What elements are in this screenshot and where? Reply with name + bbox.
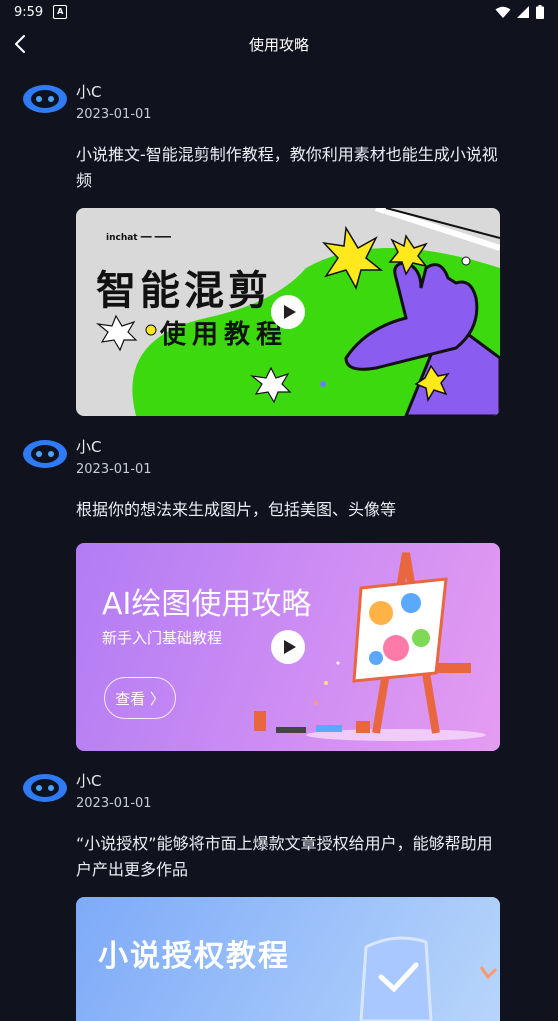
view-button[interactable]: 查看 〉 [104, 677, 176, 719]
status-right [495, 5, 544, 19]
tutorial-banner[interactable]: 小说授权教程 [76, 897, 500, 1021]
play-button[interactable] [271, 295, 305, 329]
header: 使用攻略 [0, 24, 558, 64]
play-icon [284, 640, 296, 654]
post-date: 2023-01-01 [76, 107, 152, 122]
banner-subtitle: 使用教程 [160, 320, 289, 350]
post-card[interactable]: 小C 2023-01-01 小说推文-智能混剪制作教程，教你利用素材也能生成小说… [0, 72, 558, 427]
notification-icon: A [53, 5, 68, 19]
wifi-icon [495, 6, 511, 18]
post-description: “小说授权”能够将市面上爆款文章授权给用户，能够帮助用户产出更多作品 [76, 834, 493, 879]
play-button[interactable] [271, 630, 305, 664]
chevron-left-icon [15, 35, 25, 53]
signal-icon [517, 5, 529, 18]
page-title: 使用攻略 [248, 35, 309, 54]
post-card[interactable]: 小C 2023-01-01 “小说授权”能够将市面上爆款文章授权给用户，能够帮助… [0, 761, 558, 1021]
avatar [23, 85, 67, 113]
status-left: 9:59 A [14, 4, 68, 20]
post-author: 小C [76, 772, 102, 790]
post-author: 小C [76, 438, 102, 456]
banner-title: 小说授权教程 [98, 939, 290, 974]
guide-feed[interactable]: 小C 2023-01-01 小说推文-智能混剪制作教程，教你利用素材也能生成小说… [0, 72, 558, 1021]
avatar [23, 774, 67, 802]
post-card[interactable]: 小C 2023-01-01 根据你的想法来生成图片，包括美图、头像等 AI绘图使… [0, 427, 558, 761]
play-icon [284, 305, 296, 319]
post-description: 小说推文-智能混剪制作教程，教你利用素材也能生成小说视频 [76, 145, 498, 190]
post-date: 2023-01-01 [76, 462, 152, 477]
banner-title: AI绘图使用攻略 [102, 587, 312, 622]
battery-icon [536, 5, 544, 19]
banner-subtitle: 新手入门基础教程 [102, 629, 223, 647]
post-description: 根据你的想法来生成图片，包括美图、头像等 [76, 500, 397, 519]
avatar [23, 440, 67, 468]
tutorial-banner[interactable]: AI绘图使用攻略 新手入门基础教程 查看 〉 [76, 543, 500, 751]
post-author: 小C [76, 83, 102, 101]
tutorial-banner[interactable]: inchat ━━ ━━━ 智能混剪 使用教程 [76, 208, 500, 416]
back-button[interactable] [8, 32, 32, 56]
banner-brand: inchat ━━ ━━━ [106, 233, 171, 243]
status-time: 9:59 [14, 4, 44, 20]
status-bar: 9:59 A [0, 0, 558, 24]
banner-title: 智能混剪 [96, 268, 272, 314]
post-date: 2023-01-01 [76, 796, 152, 811]
